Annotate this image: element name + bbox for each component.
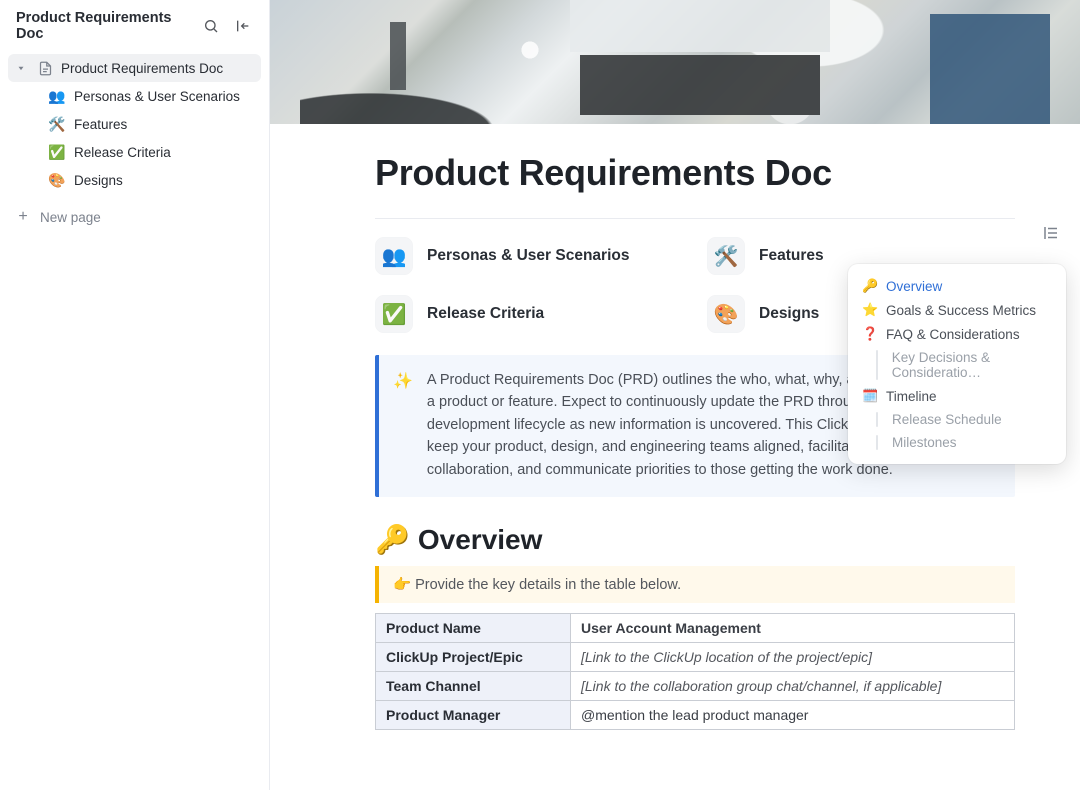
outline-item-overview[interactable]: 🔑 Overview bbox=[858, 274, 1058, 298]
designs-icon: 🎨 bbox=[707, 295, 745, 333]
subpage-link-label: Personas & User Scenarios bbox=[427, 247, 629, 265]
outline-item-label: Timeline bbox=[886, 389, 937, 404]
features-icon: 🛠️ bbox=[48, 116, 66, 133]
table-row[interactable]: Product Manager @mention the lead produc… bbox=[376, 701, 1015, 730]
page-tree: Product Requirements Doc 👥 Personas & Us… bbox=[0, 50, 269, 202]
indent-bar bbox=[876, 435, 878, 450]
outline-item-label: Release Schedule bbox=[892, 412, 1002, 427]
outline-toggle-icon[interactable] bbox=[1042, 224, 1060, 242]
plus-icon: + bbox=[16, 208, 30, 226]
overview-heading-text: Overview bbox=[418, 524, 543, 556]
outline-item-timeline[interactable]: 🗓️ Timeline bbox=[858, 384, 1058, 408]
document-content: Product Requirements Doc 👥 Personas & Us… bbox=[270, 124, 1080, 730]
overview-note-text: Provide the key details in the table bel… bbox=[415, 577, 681, 593]
sidebar-header: Product Requirements Doc bbox=[0, 0, 269, 50]
overview-heading[interactable]: 🔑 Overview bbox=[375, 523, 1015, 556]
tree-item-label: Designs bbox=[74, 173, 123, 188]
cover-image[interactable] bbox=[270, 0, 1080, 124]
point-right-icon: 👉 bbox=[393, 577, 411, 593]
table-value-cell[interactable]: [Link to the collaboration group chat/ch… bbox=[571, 672, 1015, 701]
document-icon bbox=[38, 61, 53, 76]
outline-item-goals[interactable]: ⭐ Goals & Success Metrics bbox=[858, 298, 1058, 322]
tree-child-item[interactable]: ✅ Release Criteria bbox=[8, 138, 261, 166]
divider bbox=[375, 218, 1015, 219]
table-key-cell[interactable]: Team Channel bbox=[376, 672, 571, 701]
tree-child-item[interactable]: 👥 Personas & User Scenarios bbox=[8, 82, 261, 110]
outline-panel: 🔑 Overview ⭐ Goals & Success Metrics ❓ F… bbox=[848, 264, 1066, 464]
indent-bar bbox=[876, 412, 878, 427]
table-value-text: [Link to the collaboration group chat/ch… bbox=[581, 678, 941, 694]
personas-icon: 👥 bbox=[375, 237, 413, 275]
overview-note[interactable]: 👉 Provide the key details in the table b… bbox=[375, 566, 1015, 603]
table-row[interactable]: ClickUp Project/Epic [Link to the ClickU… bbox=[376, 643, 1015, 672]
outline-item-label: Goals & Success Metrics bbox=[886, 303, 1036, 318]
table-key-cell[interactable]: Product Name bbox=[376, 614, 571, 643]
tree-child-item[interactable]: 🎨 Designs bbox=[8, 166, 261, 194]
key-icon: 🔑 bbox=[862, 278, 878, 294]
table-value-text: [Link to the ClickUp location of the pro… bbox=[581, 649, 872, 665]
sparkles-icon: ✨ bbox=[393, 369, 413, 481]
table-key-cell[interactable]: Product Manager bbox=[376, 701, 571, 730]
overview-table[interactable]: Product Name User Account Management Cli… bbox=[375, 613, 1015, 730]
search-icon[interactable] bbox=[199, 14, 223, 38]
outline-item-label: FAQ & Considerations bbox=[886, 327, 1020, 342]
subpage-link[interactable]: ✅ Release Criteria bbox=[375, 295, 683, 333]
subpage-link-label: Features bbox=[759, 247, 824, 265]
star-icon: ⭐ bbox=[862, 302, 878, 318]
tree-item-label: Personas & User Scenarios bbox=[74, 89, 240, 104]
sidebar-title: Product Requirements Doc bbox=[16, 10, 191, 42]
personas-icon: 👥 bbox=[48, 88, 66, 105]
tree-item-label: Features bbox=[74, 117, 127, 132]
tree-item-label: Product Requirements Doc bbox=[61, 61, 223, 76]
key-icon: 🔑 bbox=[375, 523, 410, 556]
outline-item-label: Overview bbox=[886, 279, 942, 294]
subpage-link-label: Designs bbox=[759, 305, 819, 323]
release-criteria-icon: ✅ bbox=[375, 295, 413, 333]
table-value-cell[interactable]: User Account Management bbox=[571, 614, 1015, 643]
tree-child-item[interactable]: 🛠️ Features bbox=[8, 110, 261, 138]
table-row[interactable]: Product Name User Account Management bbox=[376, 614, 1015, 643]
table-key-cell[interactable]: ClickUp Project/Epic bbox=[376, 643, 571, 672]
outline-item-faq[interactable]: ❓ FAQ & Considerations bbox=[858, 322, 1058, 346]
indent-bar bbox=[876, 350, 878, 380]
features-icon: 🛠️ bbox=[707, 237, 745, 275]
collapse-sidebar-icon[interactable] bbox=[231, 14, 255, 38]
new-page-label: New page bbox=[40, 210, 101, 225]
subpage-link[interactable]: 👥 Personas & User Scenarios bbox=[375, 237, 683, 275]
designs-icon: 🎨 bbox=[48, 172, 66, 189]
tree-item-label: Release Criteria bbox=[74, 145, 171, 160]
sidebar: Product Requirements Doc Product Require… bbox=[0, 0, 270, 790]
outline-subitem[interactable]: Milestones bbox=[858, 431, 1058, 454]
table-value-cell[interactable]: [Link to the ClickUp location of the pro… bbox=[571, 643, 1015, 672]
calendar-icon: 🗓️ bbox=[862, 388, 878, 404]
table-row[interactable]: Team Channel [Link to the collaboration … bbox=[376, 672, 1015, 701]
outline-item-label: Milestones bbox=[892, 435, 957, 450]
subpage-link-label: Release Criteria bbox=[427, 305, 544, 323]
outline-subitem[interactable]: Release Schedule bbox=[858, 408, 1058, 431]
release-criteria-icon: ✅ bbox=[48, 144, 66, 161]
main-area: Product Requirements Doc 👥 Personas & Us… bbox=[270, 0, 1080, 790]
new-page-button[interactable]: + New page bbox=[0, 202, 269, 232]
page-title[interactable]: Product Requirements Doc bbox=[375, 152, 1015, 194]
tree-root-item[interactable]: Product Requirements Doc bbox=[8, 54, 261, 82]
outline-item-label: Key Decisions & Consideratio… bbox=[892, 350, 1054, 380]
outline-subitem[interactable]: Key Decisions & Consideratio… bbox=[858, 346, 1058, 384]
question-icon: ❓ bbox=[862, 326, 878, 342]
chevron-down-icon[interactable] bbox=[16, 63, 30, 73]
table-value-cell[interactable]: @mention the lead product manager bbox=[571, 701, 1015, 730]
